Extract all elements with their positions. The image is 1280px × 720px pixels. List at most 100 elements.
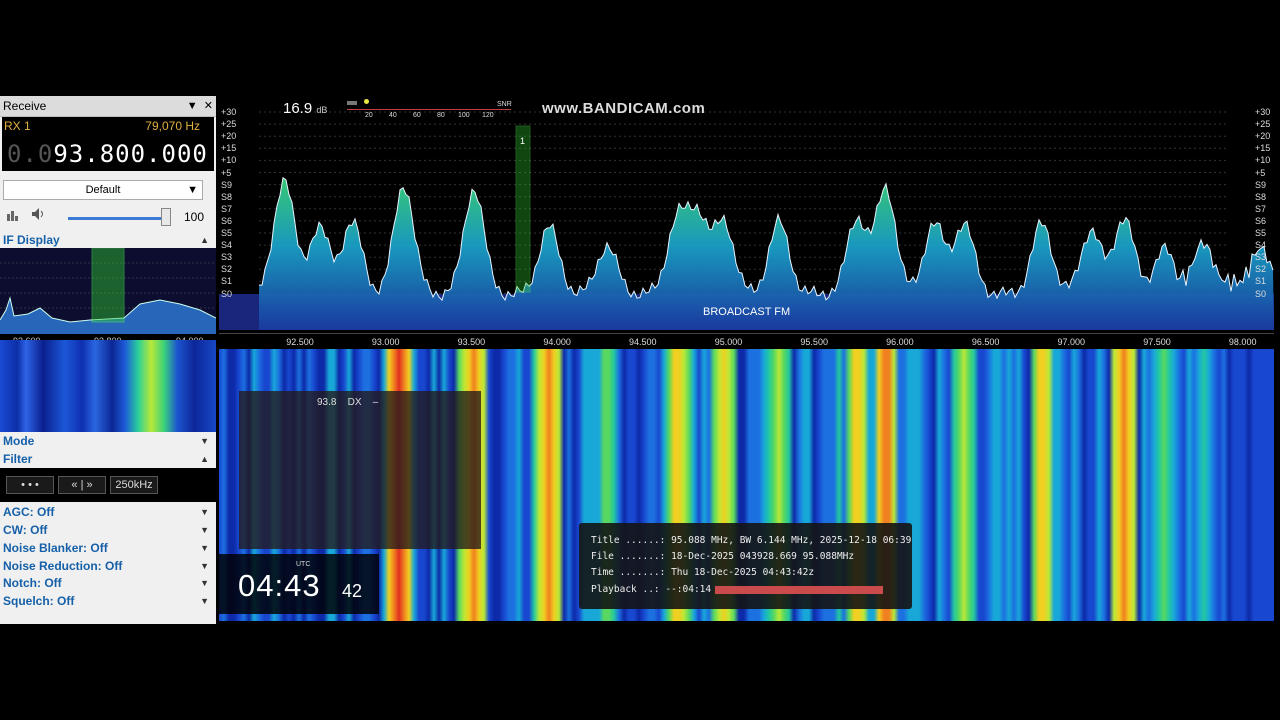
y-axis-label: S6 <box>221 215 233 226</box>
frequency-tick: 98.000 <box>1228 337 1257 347</box>
frequency-tick: 95.500 <box>800 337 828 347</box>
volume-slider[interactable] <box>68 217 170 220</box>
receive-panel: Receive ▼ ✕ RX 1 79,070 Hz 0.093.800.000… <box>0 96 216 624</box>
utc-clock: UTC 04:43 42 <box>219 554 379 614</box>
y-axis-label: S1 <box>1255 276 1267 287</box>
expand-arrow-icon: ▼ <box>200 436 209 446</box>
rds-ps: – <box>372 397 379 408</box>
section-cw[interactable]: CW: Off ▼ <box>0 522 216 539</box>
info-title: Title ......: 95.088 MHz, BW 6.144 MHz, … <box>591 535 912 546</box>
rx-offset: 79,070 Hz <box>145 119 200 133</box>
expand-arrow-icon: ▼ <box>200 561 209 571</box>
preset-value: Default <box>85 184 121 196</box>
section-filter[interactable]: Filter ▲ <box>0 451 216 468</box>
y-axis-label: +5 <box>221 167 232 178</box>
info-file: File .......: 18-Dec-2025 043928.669 95.… <box>591 551 855 562</box>
section-notch[interactable]: Notch: Off ▼ <box>0 575 216 592</box>
section-agc[interactable]: AGC: Off ▼ <box>0 504 216 521</box>
y-axis-label: +20 <box>221 131 237 142</box>
volume-slider-handle[interactable] <box>161 208 171 226</box>
y-axis-label: S6 <box>1255 215 1267 226</box>
snr-indicator-icon <box>364 99 369 104</box>
playback-info-box: Title ......: 95.088 MHz, BW 6.144 MHz, … <box>579 523 912 609</box>
snr-value: 16.9 dB <box>283 100 328 117</box>
y-axis-label: S7 <box>1255 203 1267 214</box>
y-axis-label: S3 <box>221 252 233 263</box>
y-axis-label: S2 <box>221 264 233 275</box>
main-spectrum[interactable]: 1 16.9 dB SNR 20 40 60 80 100 120 www.BA… <box>219 96 1274 334</box>
frequency-tick: 94.500 <box>629 337 657 347</box>
frequency-tick: 93.000 <box>371 337 400 347</box>
frequency-tick: 92.500 <box>286 337 314 347</box>
expand-arrow-icon: ▼ <box>200 578 209 588</box>
expand-arrow-icon: ▼ <box>200 507 209 517</box>
y-axis-label: +5 <box>1255 167 1266 178</box>
collapse-arrow-icon: ▲ <box>200 454 209 464</box>
level-meter-icon[interactable] <box>6 208 20 222</box>
y-axis-label: S9 <box>1255 179 1267 190</box>
section-mode[interactable]: Mode ▼ <box>0 433 216 450</box>
clock-seconds: 42 <box>342 581 363 601</box>
section-noise-reduction[interactable]: Noise Reduction: Off ▼ <box>0 558 216 575</box>
section-squelch[interactable]: Squelch: Off ▼ <box>0 593 216 610</box>
frequency-tick: 97.500 <box>1143 337 1171 347</box>
collapse-icon[interactable]: ▼ <box>187 100 198 112</box>
utc-label: UTC <box>296 561 311 568</box>
filter-shift-button[interactable]: « | » <box>58 476 106 494</box>
y-axis-label: S8 <box>221 191 233 202</box>
y-axis-label: +15 <box>221 143 237 154</box>
vfo-marker <box>515 125 531 293</box>
volume-row: 100 <box>4 206 214 226</box>
expand-arrow-icon: ▼ <box>200 543 209 553</box>
section-if-display[interactable]: IF Display ▲ <box>0 232 216 249</box>
vfo-marker-label: 1 <box>520 136 526 146</box>
frequency-tick: 97.000 <box>1057 337 1086 347</box>
y-axis-label: S1 <box>221 276 233 287</box>
if-waterfall[interactable] <box>0 340 216 432</box>
rx-label: RX 1 <box>4 119 31 133</box>
frequency-leading-digits: 0.0 <box>7 140 54 168</box>
if-display-spectrum[interactable] <box>0 248 216 334</box>
rds-panel <box>239 391 481 549</box>
frequency-tick: 96.500 <box>971 337 1000 347</box>
panel-title: Receive <box>3 99 47 113</box>
y-axis-label: S8 <box>1255 191 1267 202</box>
info-playback: Playback ..: --:04:14 <box>591 584 712 595</box>
spectrum-graph <box>219 111 1274 330</box>
close-icon[interactable]: ✕ <box>204 100 213 112</box>
y-axis-label: +25 <box>1255 119 1271 130</box>
if-spectrum-graph <box>0 248 216 334</box>
expand-arrow-icon: ▼ <box>200 596 209 606</box>
speaker-icon[interactable] <box>30 206 46 222</box>
frequency-tick: 96.000 <box>886 337 914 347</box>
frequency-value: 93.800.000 <box>53 140 208 168</box>
frequency-tick: 94.000 <box>543 337 571 347</box>
rds-readout: 93.8 DX – <box>317 397 378 408</box>
frequency-readout[interactable]: 0.093.800.000 <box>7 140 208 168</box>
filter-bandwidth-button[interactable]: 250kHz <box>110 476 158 494</box>
y-axis-label: S7 <box>221 203 233 214</box>
playback-progress-bar[interactable] <box>715 586 883 594</box>
frequency-axis[interactable]: 92.500 93.000 93.500 94.000 94.500 95.000 95.5… <box>219 333 1274 350</box>
rds-pi: 93.8 <box>317 397 337 408</box>
snr-scale: SNR 20 40 60 80 100 120 <box>347 99 513 121</box>
frequency-tick: 95.000 <box>714 337 743 347</box>
y-axis-label: +15 <box>1255 143 1271 154</box>
rds-type: DX <box>347 397 362 408</box>
receive-titlebar: Receive ▼ ✕ <box>0 96 216 117</box>
preset-select[interactable]: Default ▼ <box>3 180 203 200</box>
y-axis-label: S4 <box>221 240 233 251</box>
info-time: Time .......: Thu 18-Dec-2025 04:43:42z <box>591 567 815 578</box>
expand-arrow-icon: ▼ <box>200 525 209 535</box>
y-axis-label: +30 <box>221 107 237 117</box>
y-axis-label: S0 <box>221 288 233 299</box>
filter-dots-button[interactable]: • • • <box>6 476 54 494</box>
y-axis-label: +10 <box>1255 155 1271 166</box>
frequency-tick: 93.500 <box>457 337 486 347</box>
y-axis-label: S0 <box>1255 288 1267 299</box>
y-axis-label: S5 <box>1255 228 1267 238</box>
section-noise-blanker[interactable]: Noise Blanker: Off ▼ <box>0 540 216 557</box>
frequency-display[interactable]: RX 1 79,070 Hz 0.093.800.000 <box>2 117 214 171</box>
y-axis-label: +25 <box>221 119 237 130</box>
waterfall-display[interactable]: 93.8 DX – UTC 04:43 42 Title ......: 95.… <box>219 349 1274 621</box>
